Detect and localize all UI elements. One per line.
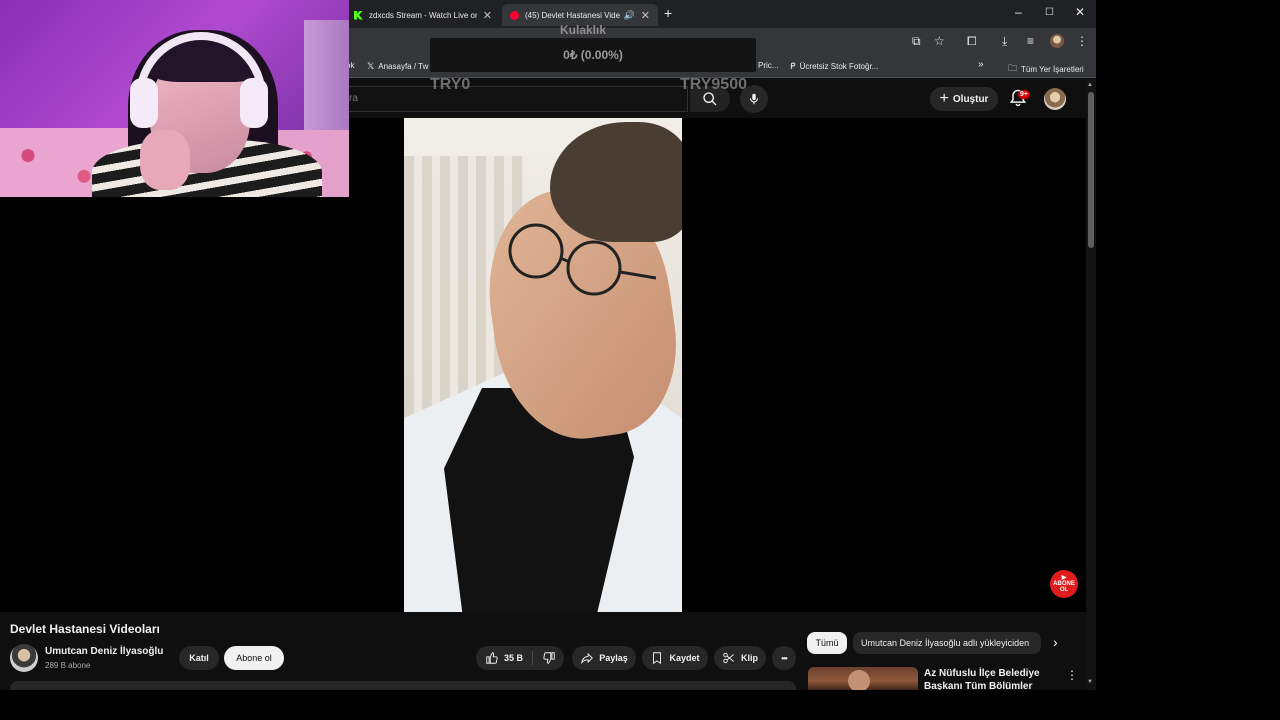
like-divider (532, 651, 533, 665)
video-person-glasses (508, 223, 656, 296)
browser-profile-avatar[interactable] (1050, 34, 1064, 48)
subscriber-count: 289 B abone (45, 661, 91, 670)
tab-kick-stream[interactable]: zdxcds Stream - Watch Live on ✕ (346, 4, 500, 26)
scissors-icon (723, 652, 734, 664)
x-logo-icon: 𝕏 (367, 61, 375, 71)
thumbs-down-icon (543, 652, 555, 664)
more-actions-button[interactable]: ••• (772, 646, 796, 670)
tracker-min: TRY0 (430, 76, 471, 93)
notification-count-badge: 9+ (1018, 90, 1030, 99)
tracker-label: Kulaklık (560, 23, 607, 37)
bookmark-label: Tüm Yer İşaretleri (1021, 64, 1084, 74)
create-button[interactable]: + Oluştur (930, 87, 998, 111)
bookmark-label: Anasayfa / Tw (378, 62, 429, 71)
chip-all[interactable]: Tümü (807, 632, 847, 654)
browser-menu-icon[interactable]: ⋮ (1076, 34, 1088, 48)
chip-from-uploader[interactable]: Umutcan Deniz İlyasoğlu adlı yükleyicide… (853, 632, 1041, 654)
bookmark-item[interactable]: 𝕏 Anasayfa / Tw (367, 61, 428, 72)
watermark-text: OL (1059, 587, 1069, 594)
search-input[interactable]: ra (336, 86, 688, 112)
close-window-button[interactable]: ✕ (1075, 5, 1085, 19)
recommendation-thumbnail[interactable] (808, 667, 918, 690)
share-icon (581, 652, 594, 665)
close-tab-icon[interactable]: ✕ (483, 9, 492, 22)
install-app-icon[interactable]: ⧉ (912, 34, 921, 49)
speaker-icon[interactable]: 🔊 (624, 10, 635, 21)
tab-title: zdxcds Stream - Watch Live on (369, 10, 477, 20)
maximize-button[interactable]: ☐ (1045, 7, 1054, 18)
share-label: Paylaş (599, 653, 628, 663)
close-tab-icon[interactable]: ✕ (641, 9, 650, 22)
bookmark-label: Pric... (758, 61, 779, 70)
share-button[interactable]: Paylaş (572, 646, 636, 670)
bookmark-item[interactable]: ᑭ Ücretsiz Stok Fotoğr... (790, 61, 878, 72)
tracker-value: 0₺ (0.00%) (563, 48, 623, 62)
join-button[interactable]: Katıl (179, 646, 219, 670)
tracker-max: TRY9500 (680, 76, 747, 93)
headphone-right-cup (240, 78, 268, 128)
extensions-icon[interactable]: ⧠ (967, 34, 977, 49)
webcam-overlay (0, 0, 349, 197)
chevron-right-icon[interactable]: › (1053, 634, 1058, 650)
scroll-down-arrow[interactable]: ▼ (1087, 679, 1093, 685)
headphone-left-cup (130, 78, 158, 128)
create-label: Oluştur (952, 93, 989, 105)
media-control-icon[interactable]: ≡ (1027, 34, 1034, 48)
recommendation-menu-icon[interactable]: ⋮ (1066, 668, 1078, 682)
dislike-button[interactable] (534, 646, 564, 670)
video-frame[interactable] (404, 118, 682, 612)
kick-icon (354, 10, 363, 20)
bookmarks-overflow-button[interactable]: » (978, 59, 984, 70)
scroll-up-arrow[interactable]: ▲ (1087, 82, 1093, 88)
microphone-icon (749, 93, 759, 105)
save-label: Kaydet (669, 653, 700, 663)
like-button[interactable]: 35 B (476, 646, 532, 670)
folder-icon: 🗀 (1008, 63, 1018, 73)
description-box[interactable] (10, 681, 796, 690)
minimize-button[interactable]: – (1015, 5, 1022, 19)
like-count: 35 B (503, 653, 523, 663)
pexels-icon: ᑭ (790, 61, 796, 71)
clip-button[interactable]: Klip (714, 646, 766, 670)
thumbnail-person (848, 670, 870, 690)
bookmark-icon (653, 652, 662, 665)
channel-name[interactable]: Umutcan Deniz İlyasoğlu (45, 646, 163, 657)
tab-title: (45) Devlet Hastanesi Video (525, 10, 620, 20)
all-bookmarks-folder[interactable]: 🗀 Tüm Yer İşaretleri (1008, 61, 1084, 77)
account-avatar[interactable] (1044, 88, 1066, 110)
plus-icon: + (939, 90, 949, 107)
streamer-hand (140, 130, 190, 190)
recommendation-title[interactable]: Az Nüfuslu İlçe Belediye Başkanı Tüm Böl… (924, 667, 1064, 690)
scrollbar-thumb[interactable] (1088, 92, 1094, 248)
bookmark-star-icon[interactable]: ☆ (934, 34, 945, 48)
new-tab-button[interactable]: + (664, 5, 672, 21)
video-title: Devlet Hastanesi Videoları (10, 622, 160, 636)
youtube-icon (510, 10, 519, 20)
save-button[interactable]: Kaydet (642, 646, 708, 670)
more-icon: ••• (781, 653, 787, 663)
clip-label: Klip (741, 653, 758, 663)
thumbs-up-icon (486, 652, 498, 664)
bookmark-label: Ücretsiz Stok Fotoğr... (799, 62, 879, 71)
download-icon[interactable]: ⤓ (1002, 34, 1007, 49)
bookmark-item[interactable]: Pric... (758, 61, 778, 70)
channel-avatar[interactable] (10, 644, 38, 672)
subscribe-button[interactable]: Abone ol (224, 646, 284, 670)
subscribe-watermark[interactable]: ▶ ABONE OL (1050, 570, 1078, 598)
